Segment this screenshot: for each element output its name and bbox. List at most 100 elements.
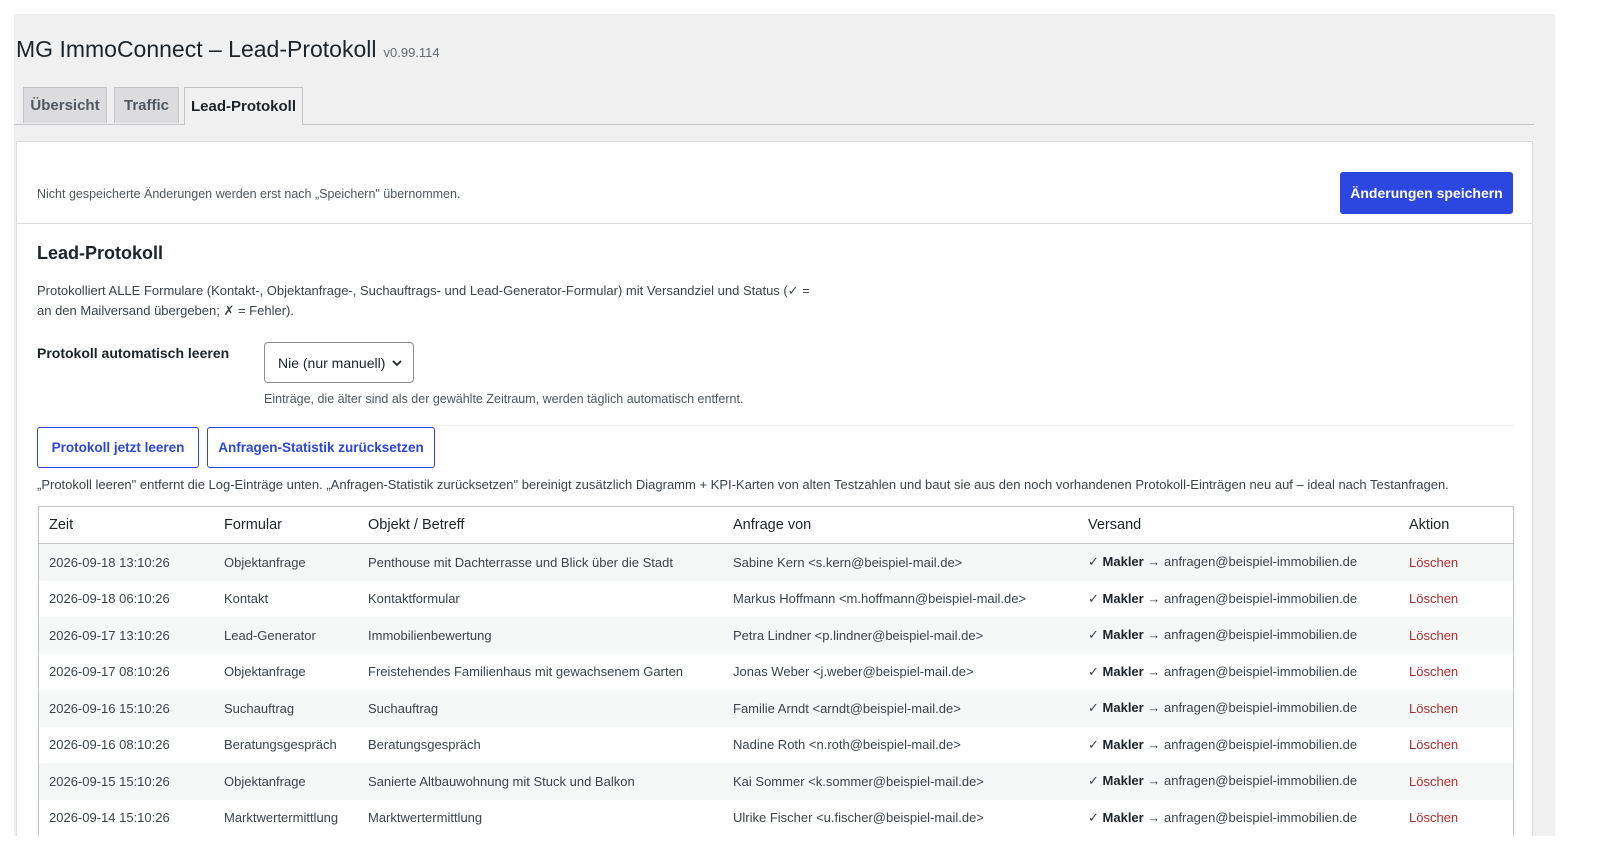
cell-form: Beratungsgespräch <box>224 737 337 753</box>
cell-delivery: ✓ Makler → anfragen@beispiel-immobilien.… <box>1078 581 1399 618</box>
cell-subject: Suchauftrag <box>358 690 723 727</box>
cell-from: Markus Hoffmann <m.hoffmann@beispiel-mai… <box>733 591 1027 607</box>
column-header-action: Aktion <box>1399 507 1513 544</box>
reset-stats-button[interactable]: Anfragen-Statistik zurücksetzen <box>207 427 435 468</box>
cell-time: 2026-09-15 15:10:26 <box>39 763 214 800</box>
cell-time: 2026-09-16 15:10:26 <box>39 690 214 727</box>
status-check: ✓ <box>1088 809 1099 825</box>
tab-traffic[interactable]: Traffic <box>114 87 179 123</box>
column-header-form: Formular <box>214 507 358 544</box>
delete-link[interactable]: Löschen <box>1409 737 1458 752</box>
section-description: Protokolliert ALLE Formulare (Kontakt-, … <box>37 283 810 318</box>
tab-overview[interactable]: Übersicht <box>23 87 107 123</box>
delivery-target: Makler <box>1102 700 1144 716</box>
lead-log-table: Zeit Formular Objekt / Betreff Anfrage v… <box>38 506 1514 836</box>
delivery-arrow: → <box>1147 736 1161 752</box>
delete-link[interactable]: Löschen <box>1409 628 1458 643</box>
delivery-arrow: → <box>1147 554 1161 570</box>
page-title: MG ImmoConnect – Lead-Protokoll <box>16 36 377 62</box>
auto-clear-select[interactable]: Nie (nur manuell) <box>264 342 414 383</box>
tab-bar: Übersicht Traffic Lead-Protokoll <box>14 87 1534 125</box>
status-check: ✓ <box>1088 590 1099 606</box>
status-check: ✓ <box>1088 700 1099 716</box>
version-label: v0.99.114 <box>383 45 440 60</box>
cell-from: Ulrike Fischer <u.fischer@beispiel-mail.… <box>733 810 984 826</box>
cell-subject: Penthouse mit Dachterrasse und Blick übe… <box>358 543 723 581</box>
status-check: ✓ <box>1088 773 1099 789</box>
cell-time: 2026-09-18 06:10:26 <box>49 591 170 607</box>
delivery-email: anfragen@beispiel-immobilien.de <box>1163 663 1358 679</box>
delivery-target: Makler <box>1102 773 1144 789</box>
delivery-email: anfragen@beispiel-immobilien.de <box>1163 627 1358 643</box>
page-header: MG ImmoConnect – Lead-Protokoll v0.99.11… <box>16 36 440 63</box>
delete-link[interactable]: Löschen <box>1409 810 1458 825</box>
cell-action: Löschen <box>1399 690 1513 727</box>
cell-time: 2026-09-14 15:10:26 <box>49 810 170 826</box>
cell-time: 2026-09-16 08:10:26 <box>49 737 170 753</box>
delivery-target: Makler <box>1102 736 1144 752</box>
delivery-email: anfragen@beispiel-immobilien.de <box>1163 809 1358 825</box>
table-row: 2026-09-18 06:10:26 Kontakt Kontaktformula… <box>39 581 1513 618</box>
cell-time: 2026-09-18 13:10:26 <box>39 543 214 581</box>
cell-delivery: ✓ Makler → anfragen@beispiel-immobilien.… <box>1078 617 1399 654</box>
cell-delivery: ✓ Makler → anfragen@beispiel-immobilien.… <box>1078 543 1399 581</box>
delivery-email: anfragen@beispiel-immobilien.de <box>1163 554 1358 570</box>
cell-subject: Kontaktformular <box>368 591 460 607</box>
cell-form: Objektanfrage <box>214 763 358 800</box>
unsaved-notice-text: Nicht gespeicherte Änderungen werden ers… <box>37 187 461 201</box>
actions-help-text: „Protokoll leeren" entfernt die Log-Eint… <box>37 477 1449 492</box>
delivery-arrow: → <box>1147 663 1161 679</box>
cell-action: Löschen <box>1399 581 1513 618</box>
save-changes-button[interactable]: Änderungen speichern <box>1340 172 1513 214</box>
settings-card: Nicht gespeicherte Änderungen werden ers… <box>16 141 1533 836</box>
delete-link[interactable]: Löschen <box>1409 555 1458 570</box>
cell-action: Löschen <box>1399 617 1513 654</box>
cell-from: Sabine Kern <s.kern@beispiel-mail.de> <box>723 543 1078 581</box>
cell-form: Objektanfrage <box>214 543 358 581</box>
cell-from: Nadine Roth <n.roth@beispiel-mail.de> <box>733 737 961 753</box>
cell-time: 2026-09-17 13:10:26 <box>39 617 214 654</box>
delivery-target: Makler <box>1102 627 1144 643</box>
cell-form: Suchauftrag <box>214 690 358 727</box>
unsaved-notice-bar: Nicht gespeicherte Änderungen werden ers… <box>17 142 1532 224</box>
cell-form: Kontakt <box>224 591 269 607</box>
cell-subject: Marktwertermittlung <box>368 810 483 826</box>
status-check: ✓ <box>1088 554 1099 570</box>
tab-lead-protokoll[interactable]: Lead-Protokoll <box>184 87 303 125</box>
delivery-arrow: → <box>1147 590 1161 606</box>
status-check: ✓ <box>1088 627 1099 643</box>
table-row: 2026-09-17 08:10:26 Objektanfrage Freisteh… <box>39 654 1513 691</box>
table-row: 2026-09-16 15:10:26 Suchauftrag Suchauftra… <box>39 690 1513 727</box>
delete-link[interactable]: Löschen <box>1409 664 1458 679</box>
delivery-arrow: → <box>1147 700 1161 716</box>
cell-time: 2026-09-17 08:10:26 <box>49 664 170 680</box>
delete-link[interactable]: Löschen <box>1409 774 1458 789</box>
delivery-arrow: → <box>1147 627 1161 643</box>
clear-log-button[interactable]: Protokoll jetzt leeren <box>37 427 199 468</box>
cell-action: Löschen <box>1399 727 1513 764</box>
table-row: 2026-09-17 13:10:26 Lead-Generator Immobil… <box>39 617 1513 654</box>
cell-from: Jonas Weber <j.weber@beispiel-mail.de> <box>733 664 974 680</box>
auto-clear-help: Einträge, die älter sind als der gewählt… <box>264 392 744 406</box>
delivery-target: Makler <box>1102 663 1144 679</box>
cell-action: Löschen <box>1399 800 1513 837</box>
delivery-email: anfragen@beispiel-immobilien.de <box>1163 773 1358 789</box>
table-row: 2026-09-15 15:10:26 Objektanfrage Sanierte… <box>39 763 1513 800</box>
admin-page: MG ImmoConnect – Lead-Protokoll v0.99.11… <box>14 14 1555 836</box>
chevron-down-icon <box>392 360 402 367</box>
cell-subject: Immobilienbewertung <box>358 617 723 654</box>
cell-subject: Freistehendes Familienhaus mit gewachsen… <box>368 664 684 680</box>
delivery-arrow: → <box>1147 773 1161 789</box>
column-header-from: Anfrage von <box>723 507 1078 544</box>
delivery-target: Makler <box>1102 809 1144 825</box>
cell-delivery: ✓ Makler → anfragen@beispiel-immobilien.… <box>1078 800 1399 837</box>
delivery-email: anfragen@beispiel-immobilien.de <box>1163 700 1358 716</box>
delete-link[interactable]: Löschen <box>1409 701 1458 716</box>
divider <box>37 425 1514 426</box>
column-header-time: Zeit <box>39 507 214 544</box>
delete-link[interactable]: Löschen <box>1409 591 1458 606</box>
auto-clear-label: Protokoll automatisch leeren <box>37 345 230 361</box>
status-check: ✓ <box>1088 663 1099 679</box>
cell-from: Familie Arndt <arndt@beispiel-mail.de> <box>723 690 1078 727</box>
cell-form: Lead-Generator <box>214 617 358 654</box>
